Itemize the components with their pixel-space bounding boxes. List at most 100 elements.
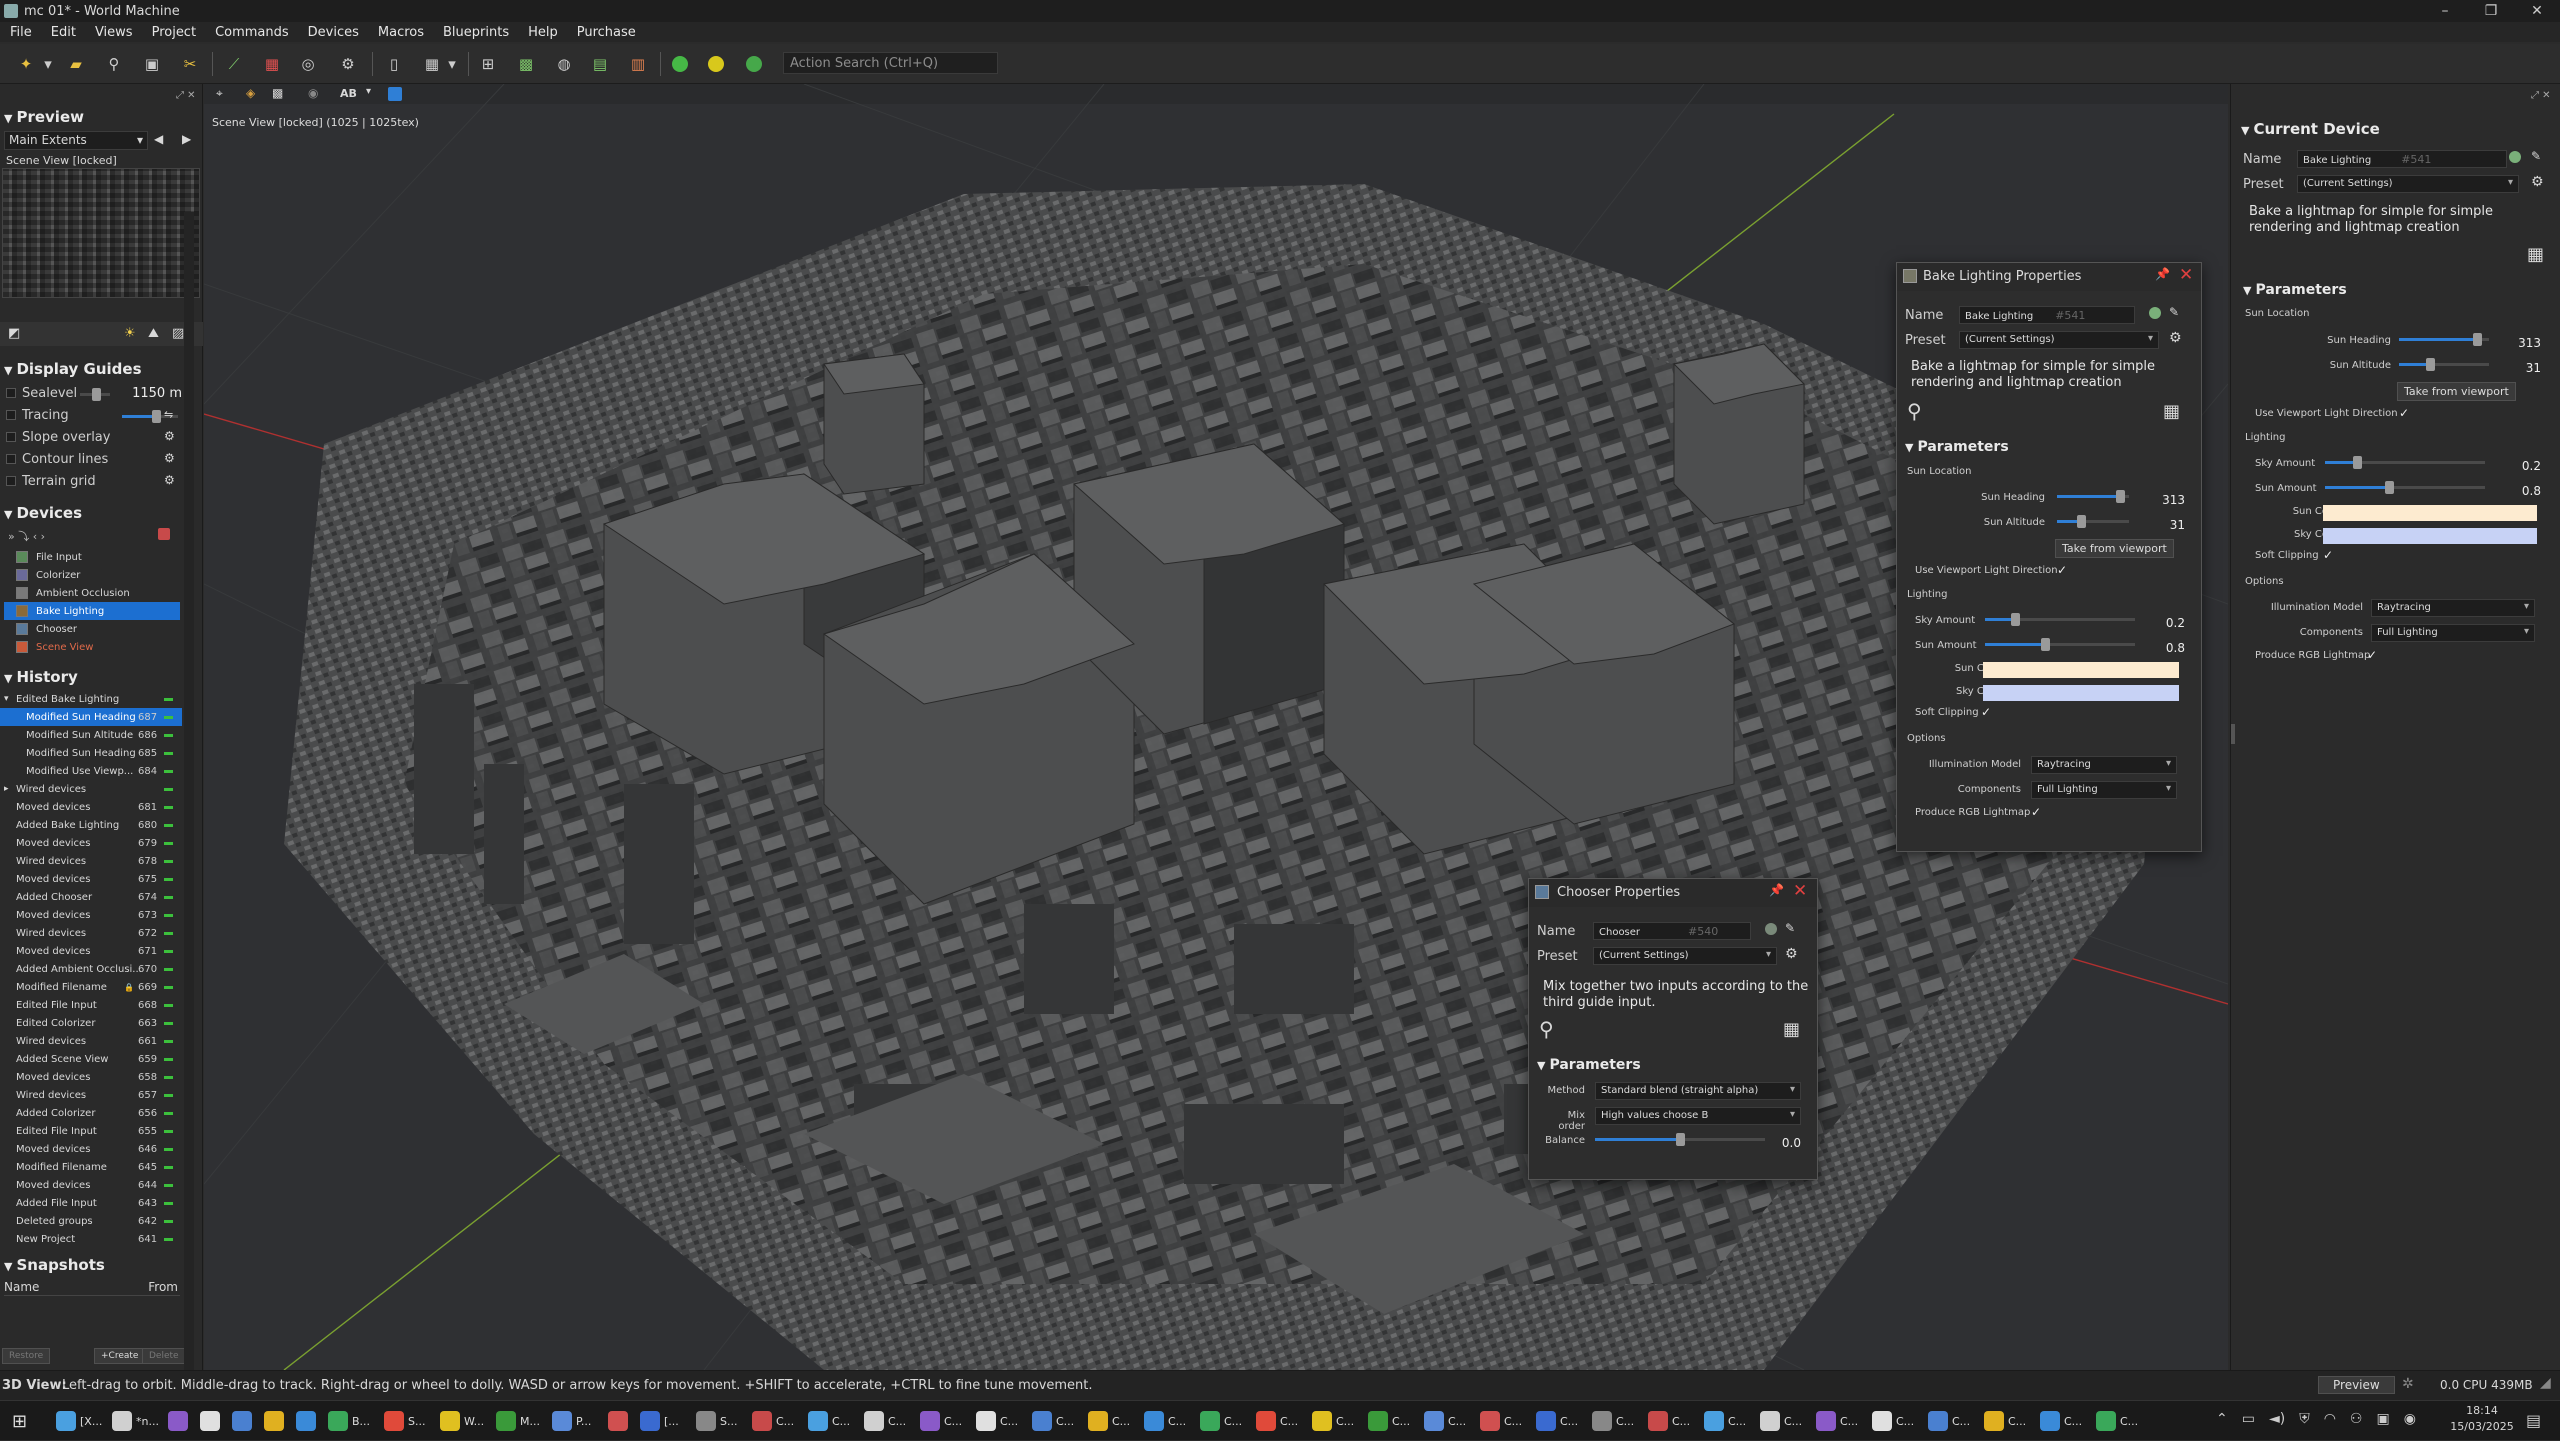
contour-lines-checkbox[interactable]	[6, 454, 16, 464]
maximize-button[interactable]: ❐	[2468, 0, 2514, 22]
preview-thumbnail[interactable]	[2, 168, 200, 298]
chooser-preset-gear-icon[interactable]: ⚙	[1785, 946, 1798, 962]
taskbar-app-button[interactable]: [...	[640, 1409, 679, 1433]
taskbar-app-button[interactable]: C...	[1256, 1409, 1298, 1433]
taskbar-app-button[interactable]: C...	[1928, 1409, 1970, 1433]
cd-sun-color-swatch[interactable]	[2323, 505, 2537, 521]
chooser-method-select[interactable]: Standard blend (straight alpha)	[1595, 1082, 1801, 1100]
cd-sun-heading-value[interactable]: 313	[2491, 336, 2541, 350]
notifications-icon[interactable]: ▤	[2526, 1411, 2541, 1430]
taskbar-app-button[interactable]: W...	[440, 1409, 484, 1433]
taskbar-app-button[interactable]: C...	[920, 1409, 962, 1433]
menu-views[interactable]: Views	[85, 25, 142, 40]
menu-devices[interactable]: Devices	[298, 25, 368, 40]
new-project-icon[interactable]: ✦	[14, 52, 38, 76]
taskbar-app-button[interactable]: C...	[1368, 1409, 1410, 1433]
history-item[interactable]: Modified Filename 645	[0, 1158, 182, 1176]
history-item[interactable]: Moved devices 679	[0, 834, 182, 852]
bake-edit-icon[interactable]: ✎	[2169, 305, 2179, 319]
slope-overlay-gear-icon[interactable]: ⚙	[164, 429, 175, 443]
tile-icon[interactable]: ▩	[514, 52, 538, 76]
tray-shield-icon[interactable]: ⛨	[2299, 1411, 2310, 1427]
chooser-balance-slider[interactable]	[1595, 1133, 1765, 1146]
sphere-icon[interactable]: ◍	[552, 52, 576, 76]
taskbar-app-button[interactable]: C...	[1144, 1409, 1186, 1433]
slope-overlay-checkbox[interactable]	[6, 432, 16, 442]
taskbar-app-button[interactable]: C...	[864, 1409, 906, 1433]
tracing-checkbox[interactable]	[6, 410, 16, 420]
history-item[interactable]: New Project 641	[0, 1230, 182, 1248]
bake-soft-clipping-checkbox[interactable]: ✓	[1981, 705, 1991, 719]
layout-editor-icon[interactable]: ⚙	[336, 52, 360, 76]
taskbar-app-button[interactable]: C...	[1872, 1409, 1914, 1433]
next-extent-button[interactable]: ▶	[182, 132, 191, 146]
history-expand-icon[interactable]: ▾	[4, 694, 9, 704]
new-dropdown-icon[interactable]: ▾	[42, 52, 54, 76]
chooser-panel-pin-icon[interactable]: 📌	[1769, 883, 1784, 897]
bake-sun-color-swatch[interactable]	[1983, 662, 2179, 678]
yellow-orb-icon[interactable]	[704, 52, 728, 76]
taskbar-app-button[interactable]: C...	[1760, 1409, 1802, 1433]
history-item[interactable]: Wired devices 672	[0, 924, 182, 942]
taskbar-app-button[interactable]: P...	[552, 1409, 591, 1433]
cd-sun-amount-slider[interactable]	[2325, 481, 2485, 494]
menu-edit[interactable]: Edit	[41, 25, 85, 40]
history-item[interactable]: Moved devices 646	[0, 1140, 182, 1158]
terrain-view-icon[interactable]: ▤	[588, 52, 612, 76]
tray-app-icon[interactable]: ▣	[2376, 1411, 2389, 1427]
history-item[interactable]: Wired devices 661	[0, 1032, 182, 1050]
history-item[interactable]: Edited Colorizer 663	[0, 1014, 182, 1032]
terrain-grid-checkbox[interactable]	[6, 476, 16, 486]
tray-app2-icon[interactable]: ◉	[2404, 1411, 2416, 1427]
bake-illumination-model-select[interactable]: Raytracing	[2031, 756, 2177, 774]
taskbar-app-button[interactable]: M...	[496, 1409, 540, 1433]
bake-sky-amount-slider[interactable]	[1985, 613, 2135, 626]
bake-use-viewport-light-checkbox[interactable]: ✓	[2057, 563, 2067, 577]
taskbar-app-button[interactable]: C...	[1816, 1409, 1858, 1433]
taskbar-app-button[interactable]: C...	[1704, 1409, 1746, 1433]
cd-parameters-header[interactable]: ▼ Parameters	[2243, 282, 2347, 298]
taskbar-app-button[interactable]: C...	[1312, 1409, 1354, 1433]
cd-edit-icon[interactable]: ✎	[2531, 149, 2541, 163]
build-icon[interactable]: ✂	[178, 52, 202, 76]
clock[interactable]: 18:14 15/03/2025	[2450, 1403, 2514, 1435]
taskbar-app-button[interactable]: C...	[1984, 1409, 2026, 1433]
bake-grid-icon[interactable]: ▦	[2163, 401, 2180, 422]
tray-chevron-icon[interactable]: ⌃	[2216, 1411, 2228, 1427]
snapshot-delete-button[interactable]: Delete	[142, 1348, 186, 1364]
history-item[interactable]: Moved devices 671	[0, 942, 182, 960]
history-item[interactable]: Added File Input 643	[0, 1194, 182, 1212]
history-item[interactable]: ▸ Wired devices	[0, 780, 182, 798]
taskbar-app-button[interactable]	[232, 1409, 256, 1433]
devices-header[interactable]: ▼ Devices	[4, 504, 82, 522]
render-icon[interactable]: ▥	[626, 52, 650, 76]
tray-battery-icon[interactable]: ▭	[2242, 1411, 2255, 1427]
taskbar-app-button[interactable]: S...	[384, 1409, 425, 1433]
taskbar-app-button[interactable]: C...	[976, 1409, 1018, 1433]
chooser-edit-icon[interactable]: ✎	[1785, 921, 1795, 935]
history-item[interactable]: Modified Sun Heading 687	[0, 708, 182, 726]
taskbar-app-button[interactable]: C...	[1480, 1409, 1522, 1433]
tray-network-icon[interactable]: ⚇	[2350, 1411, 2363, 1427]
devices-expand-icon[interactable]: » ⤵ ‹ ›	[8, 528, 45, 544]
bake-panel-pin-icon[interactable]: 📌	[2155, 267, 2170, 281]
left-scrollbar[interactable]	[184, 212, 194, 1372]
cd-sun-altitude-value[interactable]: 31	[2491, 361, 2541, 375]
tray-volume-icon[interactable]: ◄)	[2269, 1411, 2285, 1427]
menu-purchase[interactable]: Purchase	[567, 25, 645, 40]
cd-grid-icon[interactable]: ▦	[2527, 244, 2544, 265]
chooser-mix-order-select[interactable]: High values choose B	[1595, 1107, 1801, 1125]
chooser-balance-value[interactable]: 0.0	[1765, 1136, 1801, 1150]
bake-take-from-viewport-button[interactable]: Take from viewport	[2055, 539, 2174, 558]
bake-sky-color-swatch[interactable]	[1983, 685, 2179, 701]
prev-extent-button[interactable]: ◀	[154, 132, 163, 146]
snapshots-header[interactable]: ▼ Snapshots	[4, 1256, 105, 1274]
cd-sun-amount-value[interactable]: 0.8	[2491, 484, 2541, 498]
build-run-icon[interactable]: ⟋	[222, 52, 246, 76]
light-icon[interactable]: ☀	[124, 326, 136, 341]
chooser-panel-close-icon[interactable]: ✕	[1793, 881, 1807, 901]
history-item[interactable]: Moved devices 673	[0, 906, 182, 924]
history-item[interactable]: Added Ambient Occlusi... 670	[0, 960, 182, 978]
green-globe-icon[interactable]	[742, 52, 766, 76]
bake-preset-gear-icon[interactable]: ⚙	[2169, 330, 2182, 346]
